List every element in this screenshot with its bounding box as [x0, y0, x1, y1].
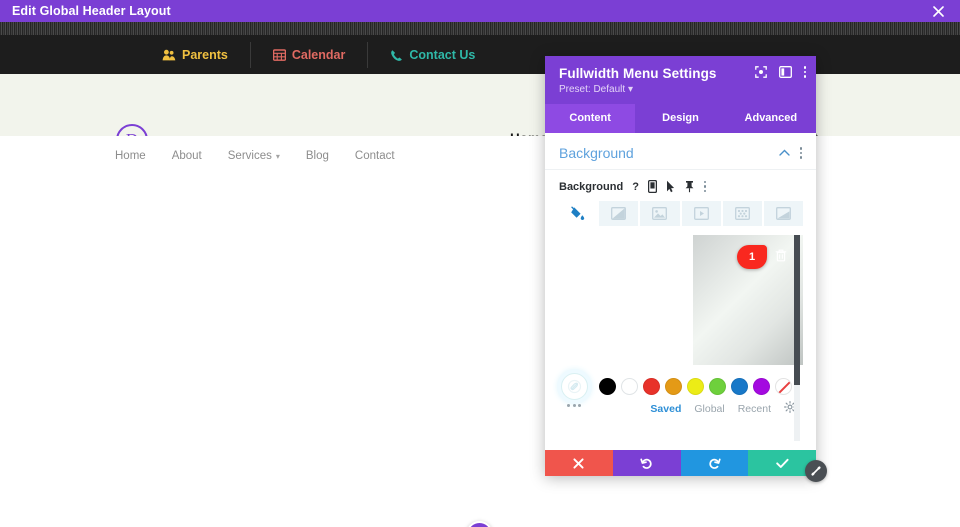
- secondary-nav-items: Home About Services ▾ Blog Contact: [115, 150, 395, 162]
- background-color-tab[interactable]: [558, 201, 598, 226]
- utility-item-label: Parents: [182, 48, 228, 62]
- utility-item-label: Contact Us: [409, 48, 476, 62]
- nav-item-services[interactable]: Services ▾: [228, 150, 280, 162]
- swatch-purple[interactable]: [753, 378, 770, 395]
- utility-nav: Parents Calendar Contact Us: [140, 36, 497, 74]
- palette-tab-global[interactable]: Global: [694, 403, 724, 415]
- calendar-icon: [272, 49, 286, 61]
- background-field-row: Background ?: [545, 170, 816, 201]
- field-label: Background: [559, 180, 624, 193]
- more-vertical-icon[interactable]: [799, 147, 802, 159]
- section-title: Background: [559, 145, 634, 161]
- fullwidth-menu-settings-modal: Fullwidth Menu Settings Preset: Default …: [545, 56, 816, 476]
- palette-tabs: Saved Global Recent: [545, 398, 816, 418]
- tab-advanced[interactable]: Advanced: [726, 104, 816, 133]
- palette-tab-saved[interactable]: Saved: [650, 403, 681, 415]
- cancel-button[interactable]: [545, 450, 613, 476]
- nav-item-about[interactable]: About: [172, 150, 202, 162]
- nav-item-blog[interactable]: Blog: [306, 150, 329, 162]
- hover-cursor-icon[interactable]: [666, 180, 675, 193]
- phone-icon: [390, 49, 403, 62]
- redo-button[interactable]: [680, 450, 749, 476]
- panel-scrollbar-thumb[interactable]: [794, 235, 800, 385]
- window-titlebar: Edit Global Header Layout: [0, 0, 960, 22]
- chevron-down-icon: ▾: [627, 84, 633, 95]
- nav-item-label: Contact: [354, 150, 395, 162]
- help-icon[interactable]: ?: [632, 181, 639, 193]
- tab-design[interactable]: Design: [635, 104, 725, 133]
- swatch-white[interactable]: [621, 378, 638, 395]
- undo-button[interactable]: [612, 450, 681, 476]
- section-icons: [778, 147, 802, 159]
- tab-content[interactable]: Content: [545, 104, 636, 133]
- swatch-transparent[interactable]: [775, 378, 792, 395]
- modal-tabs: Content Design Advanced: [545, 104, 816, 133]
- device-icon[interactable]: [647, 180, 657, 193]
- nav-item-label: Home: [115, 150, 146, 162]
- chevron-down-icon: ▾: [275, 151, 280, 161]
- modal-body: Background Background ? 1 Saved Global R…: [545, 133, 816, 450]
- focus-target-icon[interactable]: [754, 66, 767, 78]
- marker-bubble: 1: [737, 245, 767, 269]
- utility-item-contact[interactable]: Contact Us: [368, 40, 497, 70]
- preset-label: Preset: Default: [559, 84, 626, 95]
- background-mask-tab[interactable]: [763, 201, 804, 226]
- secondary-nav: Home About Services ▾ Blog Contact: [0, 136, 960, 176]
- color-swatch-row: [545, 365, 816, 400]
- nav-item-contact[interactable]: Contact: [355, 150, 395, 162]
- trash-icon[interactable]: [775, 249, 787, 267]
- palette-tab-recent[interactable]: Recent: [738, 403, 771, 415]
- background-video-tab[interactable]: [681, 201, 721, 226]
- nav-item-home[interactable]: Home: [115, 150, 146, 162]
- swatch-red[interactable]: [643, 378, 660, 395]
- swatch-black[interactable]: [599, 378, 616, 395]
- utility-item-label: Calendar: [291, 48, 346, 62]
- swatch-blue[interactable]: [731, 378, 748, 395]
- page-settings-button[interactable]: [466, 521, 493, 527]
- site-canvas: Parents Calendar Contact Us Search Here.…: [0, 36, 960, 527]
- close-icon[interactable]: [926, 0, 950, 22]
- swatch-yellow[interactable]: [687, 378, 704, 395]
- window-title: Edit Global Header Layout: [12, 4, 171, 18]
- ruler-strip: [0, 22, 960, 36]
- utility-item-parents[interactable]: Parents: [140, 40, 250, 70]
- marker-label: 1: [748, 251, 756, 263]
- utility-bar: Parents Calendar Contact Us: [0, 36, 960, 74]
- background-image-tab[interactable]: [640, 201, 680, 226]
- swatch-orange[interactable]: [665, 378, 682, 395]
- modal-header-icons: [754, 66, 806, 78]
- more-vertical-icon[interactable]: [803, 66, 806, 78]
- users-icon: [162, 49, 176, 61]
- pin-icon[interactable]: [684, 180, 695, 193]
- nav-item-label: Services: [227, 150, 272, 162]
- nav-item-label: About: [171, 150, 202, 162]
- background-preview: 1: [558, 235, 803, 441]
- resize-handle-icon[interactable]: [805, 460, 827, 482]
- background-type-tabs: [545, 201, 816, 235]
- eyedropper-picker[interactable]: [561, 373, 588, 400]
- swatch-green[interactable]: [709, 378, 726, 395]
- background-pattern-tab[interactable]: [722, 201, 762, 226]
- annotation-marker-1: 1: [737, 245, 771, 271]
- logo-band: [0, 74, 960, 136]
- nav-item-label: Blog: [305, 150, 329, 162]
- more-vertical-icon[interactable]: [703, 180, 707, 193]
- background-section-header[interactable]: Background: [545, 133, 816, 170]
- panel-layout-icon[interactable]: [778, 66, 792, 78]
- background-gradient-tab[interactable]: [599, 201, 639, 226]
- modal-footer: [545, 450, 816, 476]
- modal-header: Fullwidth Menu Settings Preset: Default …: [545, 56, 816, 104]
- utility-item-calendar[interactable]: Calendar: [251, 40, 368, 70]
- preset-selector[interactable]: Preset: Default ▾: [559, 84, 802, 95]
- chevron-up-icon[interactable]: [778, 147, 790, 159]
